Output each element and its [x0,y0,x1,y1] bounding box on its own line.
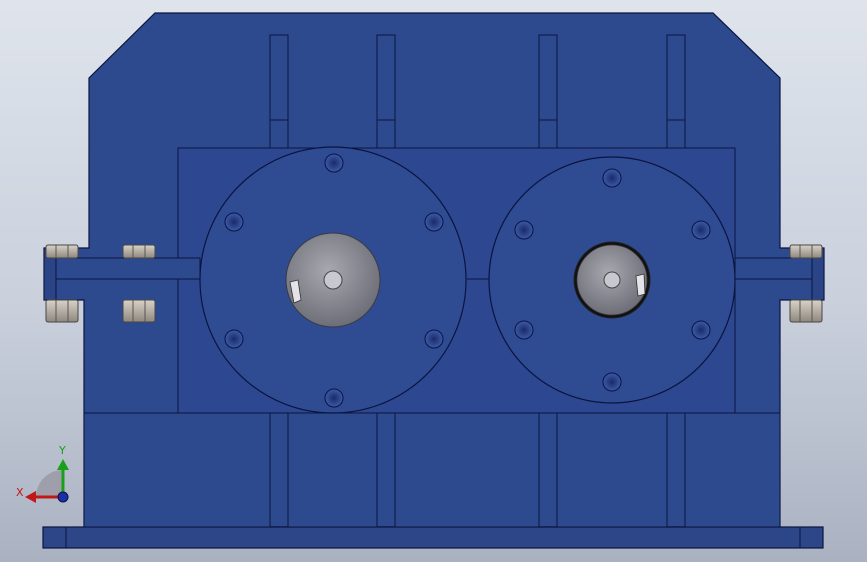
bolt-hole [424,212,444,232]
split-flange-right [734,257,824,280]
lower-panel [556,412,668,528]
triad-x-label: X [16,486,24,499]
bolt-hole [224,212,244,232]
bolt-hole [224,329,244,349]
bearing-cover-right[interactable] [488,156,736,404]
bolt-nut [122,244,156,259]
bolt-nut [789,244,823,259]
bolt-nut [45,299,79,323]
triad-x-arrow [25,491,36,503]
bolt-hole [514,220,534,240]
bolt-hole [691,320,711,340]
bolt-nut [789,299,823,323]
shaft-center-left [323,270,343,290]
bolt-hole [514,320,534,340]
lower-panel [287,412,378,528]
upper-rib [666,34,686,149]
bolt-hole [602,168,622,188]
bolt-nut [45,244,79,259]
bolt-hole [602,372,622,392]
triad-z-origin [57,491,69,503]
split-flange-left [43,257,201,280]
upper-rib [376,34,396,149]
lower-panel [394,412,540,528]
base-plate [42,526,824,549]
cad-graphics-viewport[interactable]: Y X [0,0,867,562]
bolt-nut [122,299,156,323]
bolt-hole [424,329,444,349]
gearbox-model-view[interactable] [0,0,867,562]
triad-plane-shade [36,470,63,497]
reference-triad [25,459,69,503]
triad-y-label: Y [59,444,66,457]
bolt-hole [324,153,344,173]
lower-panel [684,412,781,528]
bolt-hole [324,388,344,408]
bearing-cover-left[interactable] [199,146,467,414]
bolt-hole [691,220,711,240]
triad-y-arrow [57,459,69,470]
keyway-right [635,273,646,297]
upper-rib [269,34,289,149]
shaft-center-right [603,271,621,289]
lower-panel [83,412,271,528]
upper-rib [538,34,558,149]
